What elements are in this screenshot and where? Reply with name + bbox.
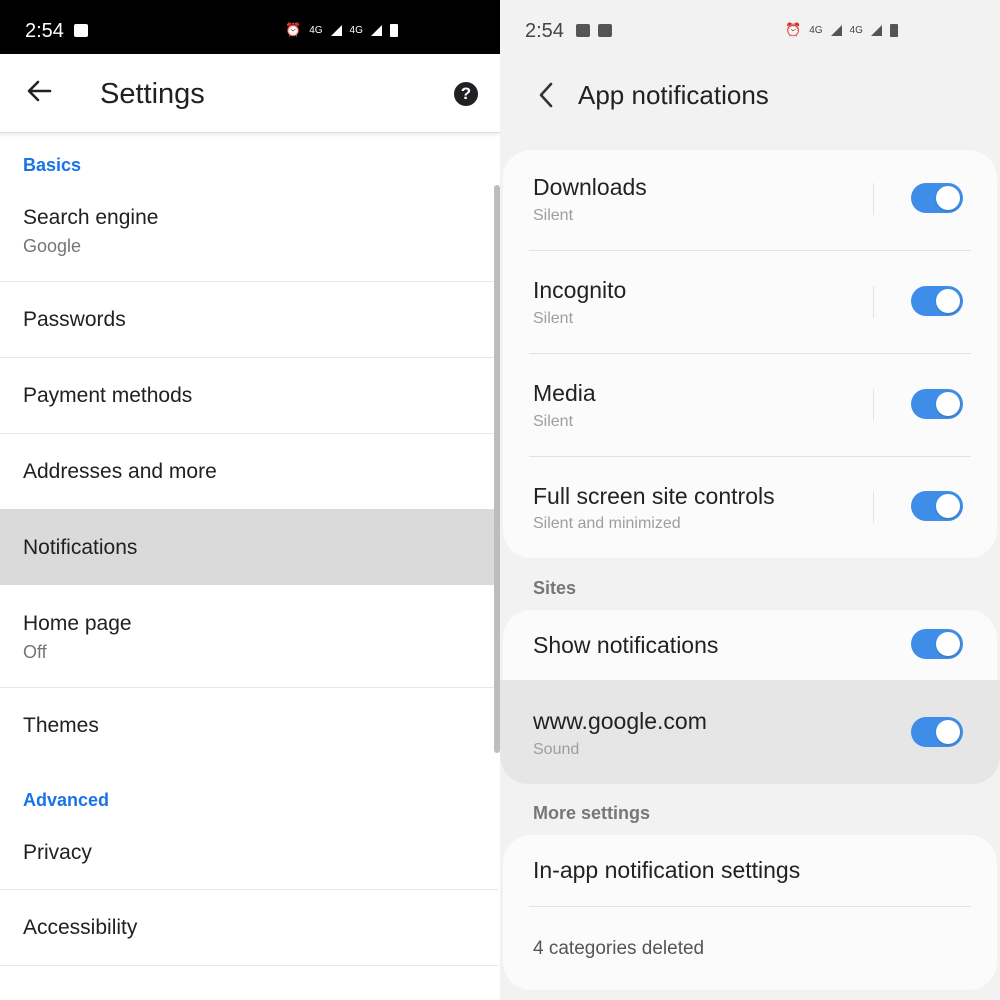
battery-icon [389,23,398,37]
signal-icon-2 [370,24,382,36]
item-subtitle: Silent [533,207,574,224]
signal-icon [830,24,842,36]
settings-item-home-page[interactable]: Home page Off [0,586,498,688]
item-subtitle: Sound [533,741,580,758]
image-icon [576,24,590,37]
toggle-knob [936,186,960,210]
toggle-knob [936,392,960,416]
show-notifications-row[interactable]: Show notifications [503,610,997,680]
notification-icons [576,24,612,37]
page-title: App notifications [578,80,769,110]
settings-item-search-engine[interactable]: Search engine Google [0,185,498,282]
item-label: Themes [23,714,99,737]
incognito-toggle[interactable] [911,286,963,316]
network-type-2: 4G [349,24,363,36]
more-settings-card: In-app notification settings 4 categorie… [503,835,997,990]
signal-icon-2 [870,24,882,36]
item-label: Addresses and more [23,460,217,483]
network-type-1: 4G [309,24,323,36]
toggle-knob [936,632,960,656]
item-label: Accessibility [23,916,138,939]
item-label: Privacy [23,841,92,864]
divider [873,389,874,421]
item-subtitle: Google [23,236,82,256]
status-time: 2:54 [525,20,564,42]
settings-item-payment-methods[interactable]: Payment methods [0,358,498,434]
item-label: Full screen site controls [533,483,775,509]
item-label: Home page [23,612,132,635]
status-bar: 2:54 ⏰ 4G 4G [0,0,500,54]
system-icons: ⏰ 4G 4G [285,22,398,38]
category-downloads[interactable]: Downloads Silent [503,150,997,250]
section-sites: Sites [533,578,577,598]
item-label: www.google.com [533,708,707,734]
item-label: In-app notification settings [533,857,801,883]
back-arrow-icon[interactable] [24,76,54,106]
item-subtitle: Silent [533,310,574,327]
toggle-knob [936,720,960,744]
divider [873,491,874,523]
full-screen-toggle[interactable] [911,491,963,521]
settings-item-notifications[interactable]: Notifications [0,509,498,585]
app-bar: Settings ? [0,54,500,133]
item-subtitle: Off [23,642,47,662]
in-app-notification-settings[interactable]: In-app notification settings [503,835,997,905]
divider [873,286,874,318]
google-site-toggle[interactable] [911,717,963,747]
settings-item-accessibility[interactable]: Accessibility [0,890,498,966]
status-bar: 2:54 ⏰ 4G 4G [500,0,1000,54]
categories-card: Downloads Silent Incognito Silent Media … [503,150,997,558]
divider [529,456,971,457]
settings-item-passwords[interactable]: Passwords [0,282,498,358]
category-incognito[interactable]: Incognito Silent [503,253,997,353]
message-icon [598,24,612,37]
section-advanced: Advanced [23,790,110,810]
toggle-knob [936,494,960,518]
item-label: Show notifications [533,632,719,658]
divider [873,183,874,215]
item-label: Payment methods [23,384,193,407]
battery-icon [889,23,898,37]
item-label: 4 categories deleted [533,938,705,959]
system-icons: ⏰ 4G 4G [785,22,898,38]
settings-item-privacy[interactable]: Privacy [0,815,498,890]
settings-item-addresses[interactable]: Addresses and more [0,434,498,510]
show-notifications-toggle[interactable] [911,629,963,659]
page-title: Settings [100,78,205,110]
section-more-settings: More settings [533,803,651,823]
divider [529,250,971,251]
item-label: Passwords [23,308,126,331]
toggle-knob [936,289,960,313]
category-full-screen-site-controls[interactable]: Full screen site controls Silent and min… [503,459,997,558]
item-label: Media [533,380,596,406]
category-media[interactable]: Media Silent [503,356,997,456]
settings-item-themes[interactable]: Themes [0,688,498,764]
notification-icons [74,24,88,37]
media-toggle[interactable] [911,389,963,419]
network-type-2: 4G [849,24,863,36]
network-type-1: 4G [809,24,823,36]
item-label: Notifications [23,536,138,559]
chrome-settings-panel: 2:54 ⏰ 4G 4G Settings ? Basics Search en… [0,0,500,1000]
item-subtitle: Silent and minimized [533,515,681,532]
deleted-categories-row[interactable]: 4 categories deleted [503,907,997,987]
section-basics: Basics [23,155,82,175]
alarm-icon: ⏰ [285,22,302,37]
site-row-google[interactable]: www.google.com Sound [500,680,1000,784]
help-icon[interactable]: ? [454,82,478,106]
downloads-toggle[interactable] [911,183,963,213]
item-label: Search engine [23,206,159,229]
divider [529,353,971,354]
message-icon [74,24,88,37]
alarm-icon: ⏰ [785,22,802,37]
signal-icon [330,24,342,36]
item-label: Downloads [533,174,647,200]
item-subtitle: Silent [533,413,574,430]
item-label: Incognito [533,277,627,303]
status-time: 2:54 [25,20,64,42]
back-chevron-icon[interactable] [535,80,557,110]
